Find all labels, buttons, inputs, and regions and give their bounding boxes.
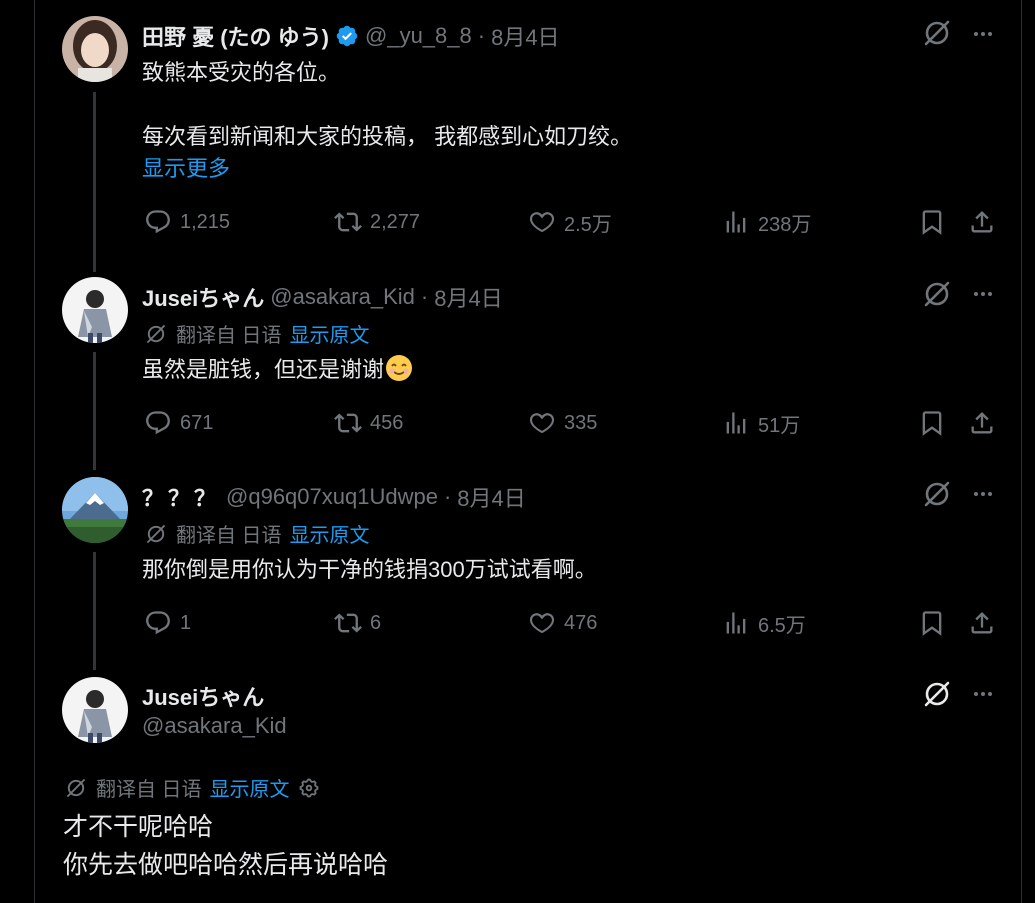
reply-count: 1 (180, 611, 192, 634)
heart-icon (529, 413, 555, 434)
like-count: 2.5万 (564, 213, 612, 236)
view-count: 238万 (758, 213, 812, 236)
verified-badge-icon (336, 25, 358, 47)
show-more-link[interactable]: 显示更多 (142, 152, 230, 185)
repost-icon (334, 613, 362, 633)
like-button[interactable]: 2.5万 (528, 204, 612, 240)
like-count: 476 (564, 611, 598, 634)
show-original-link[interactable]: 显示原文 (210, 773, 290, 802)
view-count: 6.5万 (758, 614, 806, 637)
grok-icon[interactable] (922, 679, 952, 709)
more-options-icon[interactable] (968, 279, 998, 309)
share-icon[interactable] (968, 204, 996, 240)
repost-icon (334, 212, 362, 232)
share-icon[interactable] (968, 405, 996, 441)
repost-button[interactable]: 456 (334, 405, 403, 441)
column-left-border (34, 0, 35, 903)
repost-button[interactable]: 2,277 (334, 204, 420, 240)
like-count: 335 (564, 411, 598, 434)
more-options-icon[interactable] (968, 19, 998, 49)
handle[interactable]: @q96q07xuq1Udwpe (226, 484, 438, 510)
translate-icon (147, 324, 165, 343)
like-button[interactable]: 335 (528, 405, 597, 441)
view-count: 51万 (758, 414, 801, 437)
smiling-face-emoji-icon (386, 355, 413, 381)
tweet-text-line: 才不干呢哈哈 (63, 813, 214, 841)
views-button[interactable]: 238万 (722, 204, 811, 240)
handle[interactable]: @asakara_Kid (270, 284, 415, 310)
views-button[interactable]: 51万 (722, 405, 800, 441)
repost-count: 456 (370, 411, 404, 434)
more-options-icon[interactable] (968, 679, 998, 709)
avatar[interactable] (62, 16, 128, 82)
tweet-text-line: 每次看到新闻和大家的投稿， 我都感到心如刀绞。 (142, 124, 633, 149)
handle[interactable]: @_yu_8_8 (365, 23, 472, 49)
handle[interactable]: @asakara_Kid (142, 713, 287, 739)
reply-icon (146, 411, 170, 435)
translated-from-label: 翻译自 日语 (176, 525, 282, 547)
tweet-text: 那你倒是用你认为干净的钱捐300万试试看啊。 (142, 557, 597, 582)
reply-button[interactable]: 1,215 (144, 204, 230, 240)
separator-dot: · (420, 284, 429, 309)
repost-button[interactable]: 6 (334, 605, 381, 641)
avatar[interactable] (62, 277, 128, 343)
column-right-border (1021, 0, 1022, 903)
translated-from-label: 翻译自 日语 (176, 325, 282, 347)
avatar[interactable] (62, 677, 128, 743)
avatar[interactable] (62, 477, 128, 543)
analytics-icon (726, 412, 746, 434)
tweet-text-line: 你先去做吧哈哈然后再说哈哈 (63, 851, 389, 879)
tweet-text: 虽然是脏钱，但还是谢谢 (142, 353, 414, 386)
display-name[interactable]: Juseiちゃん (142, 680, 264, 712)
bookmark-icon[interactable] (918, 405, 946, 441)
reply-count: 1,215 (180, 210, 231, 233)
separator-dot: · (443, 484, 452, 509)
translate-icon (67, 778, 85, 797)
translated-from-label: 翻译自 日语 (96, 779, 202, 801)
repost-icon (334, 413, 362, 433)
analytics-icon (726, 211, 746, 233)
repost-count: 6 (370, 611, 382, 634)
reply-icon (146, 210, 170, 234)
bookmark-icon[interactable] (918, 605, 946, 641)
reply-count: 671 (180, 411, 214, 434)
grok-icon[interactable] (922, 279, 952, 309)
reply-icon (146, 611, 170, 635)
reply-button[interactable]: 1 (144, 605, 191, 641)
translation-note: 翻译自 日语 显示原文 (144, 519, 370, 548)
grok-icon[interactable] (922, 18, 952, 48)
action-bar: 671 456 335 51万 (142, 405, 1002, 441)
views-button[interactable]: 6.5万 (722, 605, 806, 641)
thread-line (93, 92, 96, 272)
action-bar: 1 6 476 6.5万 (142, 605, 1002, 641)
thread-line (93, 352, 96, 470)
separator-dot: · (477, 23, 486, 48)
tweet-text-line: 致熊本受灾的各位。 (142, 60, 341, 85)
translation-note: 翻译自 日语 显示原文 (64, 773, 320, 802)
timestamp[interactable]: 8月4日 (457, 481, 525, 513)
grok-icon[interactable] (922, 479, 952, 509)
timestamp[interactable]: 8月4日 (434, 281, 502, 313)
show-original-link[interactable]: 显示原文 (290, 519, 370, 548)
more-options-icon[interactable] (968, 479, 998, 509)
bookmark-icon[interactable] (918, 204, 946, 240)
translate-icon (147, 524, 165, 543)
display-name[interactable]: 田野 憂 (たの ゆう) (142, 20, 329, 52)
show-original-link[interactable]: 显示原文 (290, 319, 370, 348)
tweet-text-content: 虽然是脏钱，但还是谢谢 (142, 357, 385, 382)
analytics-icon (726, 612, 746, 634)
thread-line (93, 552, 96, 670)
heart-icon (529, 613, 555, 634)
translation-note: 翻译自 日语 显示原文 (144, 319, 370, 348)
reply-button[interactable]: 671 (144, 405, 213, 441)
timestamp[interactable]: 8月4日 (491, 20, 559, 52)
heart-icon (529, 212, 555, 233)
like-button[interactable]: 476 (528, 605, 597, 641)
action-bar: 1,215 2,277 2.5万 238万 (142, 204, 1002, 240)
display-name[interactable]: ？？？ (142, 481, 220, 513)
display-name[interactable]: Juseiちゃん (142, 281, 264, 313)
settings-gear-icon[interactable] (298, 777, 320, 799)
repost-count: 2,277 (370, 210, 421, 233)
share-icon[interactable] (968, 605, 996, 641)
